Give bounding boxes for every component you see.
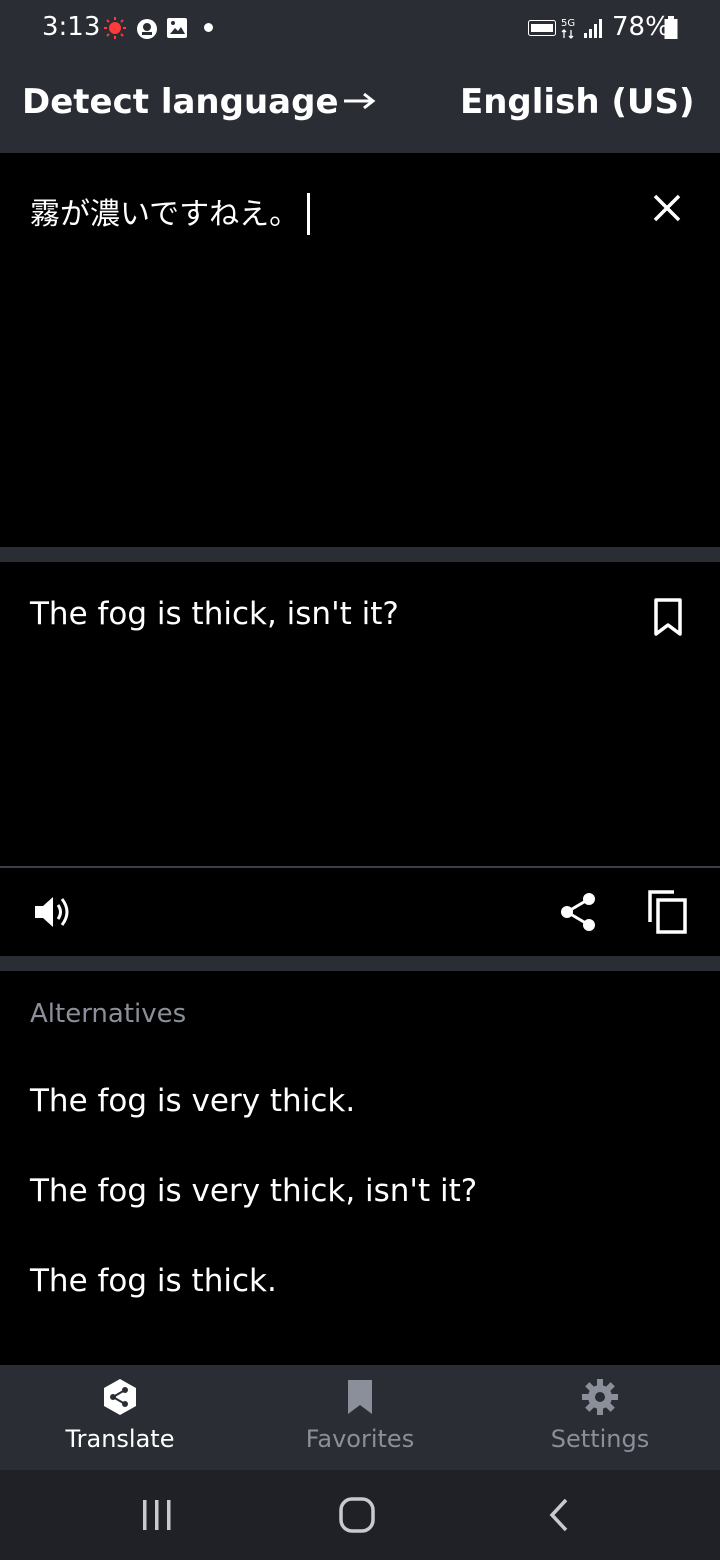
gear-icon: [582, 1379, 618, 1415]
copy-icon[interactable]: [644, 888, 690, 936]
bottom-navigation: Translate Favorites Settings: [0, 1365, 720, 1470]
text-caret: [307, 192, 311, 235]
share-icon[interactable]: [556, 890, 600, 934]
alternatives-section: Alternatives The fog is very thick. The …: [0, 971, 720, 1365]
arrow-right-icon[interactable]: [342, 83, 376, 119]
recording-icon: [104, 17, 126, 39]
back-icon[interactable]: [544, 1496, 574, 1534]
nav-item-favorites[interactable]: Favorites: [240, 1365, 480, 1470]
nav-label-translate: Translate: [65, 1425, 175, 1453]
section-divider: [0, 956, 720, 971]
status-time: 3:13: [42, 12, 101, 42]
system-navigation-bar: [0, 1470, 720, 1560]
svg-text:5G: 5G: [561, 18, 575, 29]
alternatives-heading: Alternatives: [30, 999, 187, 1029]
battery-icon: [664, 16, 678, 39]
assistant-icon: [137, 19, 157, 39]
volte-icon: [528, 20, 556, 36]
speaker-icon[interactable]: [32, 892, 76, 932]
nav-label-settings: Settings: [550, 1425, 650, 1453]
alternative-item[interactable]: The fog is very thick.: [30, 1083, 355, 1119]
recent-apps-icon[interactable]: [138, 1498, 176, 1532]
source-language-button[interactable]: Detect language: [22, 82, 339, 122]
notification-dot: [204, 23, 213, 32]
status-bar: 3:13 5G 78%: [0, 0, 720, 58]
nav-item-settings[interactable]: Settings: [480, 1365, 720, 1470]
source-text-input[interactable]: 霧が濃いですねえ。: [30, 189, 311, 235]
close-icon[interactable]: [646, 187, 688, 229]
translation-output-area: The fog is thick, isn't it?: [0, 562, 720, 866]
home-icon[interactable]: [338, 1496, 376, 1534]
translate-icon: [104, 1379, 136, 1415]
5g-icon: 5G: [561, 18, 575, 39]
bookmark-icon: [348, 1380, 372, 1414]
section-divider: [0, 547, 720, 562]
source-text-value: 霧が濃いですねえ。: [30, 197, 300, 232]
translation-action-bar: [0, 868, 720, 956]
target-language-button[interactable]: English (US): [460, 82, 695, 122]
language-header: Detect language English (US): [0, 58, 720, 153]
bookmark-icon[interactable]: [648, 596, 688, 638]
translation-text[interactable]: The fog is thick, isn't it?: [30, 596, 399, 632]
alternative-item[interactable]: The fog is thick.: [30, 1263, 277, 1299]
battery-percent: 78%: [612, 12, 670, 42]
nav-item-translate[interactable]: Translate: [0, 1365, 240, 1470]
alternative-item[interactable]: The fog is very thick, isn't it?: [30, 1173, 477, 1209]
image-icon: [167, 18, 187, 38]
source-text-area[interactable]: 霧が濃いですねえ。: [0, 153, 720, 547]
signal-icon: [584, 19, 602, 38]
nav-label-favorites: Favorites: [305, 1425, 415, 1453]
